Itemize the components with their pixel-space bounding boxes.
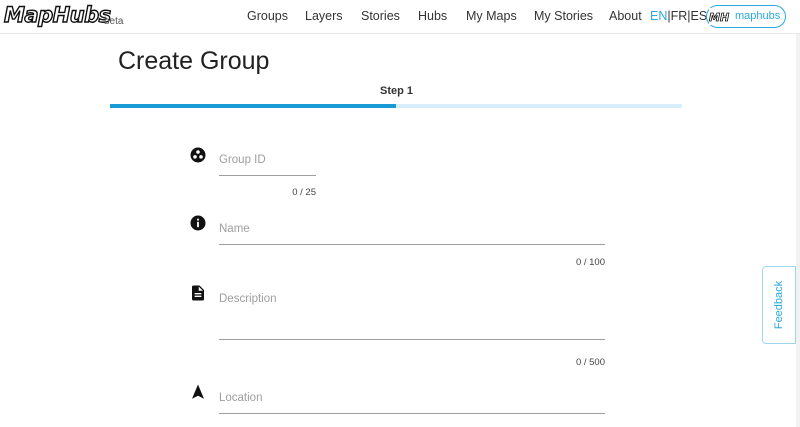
name-label[interactable]: Name	[219, 223, 250, 235]
feedback-button[interactable]: Feedback	[762, 266, 796, 344]
page-title: Create Group	[118, 47, 270, 75]
description-label[interactable]: Description	[219, 293, 277, 305]
logo-text: MapHubs	[3, 2, 112, 27]
top-navbar: MapHubs beta Groups Layers Stories Hubs …	[0, 0, 800, 34]
group-work-icon	[190, 147, 206, 163]
user-name: maphubs	[735, 10, 781, 22]
name-input[interactable]	[219, 244, 605, 245]
nav-link-stories[interactable]: Stories	[361, 9, 400, 23]
description-textarea[interactable]	[219, 339, 605, 340]
step-label: Step 1	[380, 85, 414, 97]
group-id-input[interactable]	[219, 175, 316, 176]
step-progress-fill	[110, 104, 396, 108]
group-id-counter: 0 / 25	[292, 187, 316, 198]
info-icon	[190, 215, 206, 231]
step-progress-bar	[110, 104, 682, 108]
nav-link-about[interactable]: About	[609, 9, 642, 23]
lang-en[interactable]: EN	[650, 9, 667, 23]
name-counter: 0 / 100	[575, 257, 605, 268]
language-switcher: EN|FR|ES	[650, 9, 707, 23]
navigation-icon	[192, 384, 204, 399]
user-menu-button[interactable]: MH maphubs	[706, 5, 786, 28]
location-input[interactable]	[219, 413, 605, 414]
page-scrollbar[interactable]	[796, 34, 800, 427]
nav-link-groups[interactable]: Groups	[247, 9, 288, 23]
lang-fr[interactable]: FR	[671, 9, 688, 23]
description-icon	[192, 285, 204, 301]
maphubs-logo[interactable]: MapHubs	[3, 2, 112, 33]
feedback-label: Feedback	[773, 280, 785, 330]
group-id-label[interactable]: Group ID	[219, 154, 266, 166]
nav-link-layers[interactable]: Layers	[305, 9, 343, 23]
avatar: MH	[709, 8, 731, 25]
avatar-text: MH	[709, 11, 730, 25]
nav-link-my-stories[interactable]: My Stories	[534, 9, 593, 23]
location-label[interactable]: Location	[219, 392, 262, 404]
nav-link-hubs[interactable]: Hubs	[418, 9, 447, 23]
description-counter: 0 / 500	[575, 357, 605, 368]
nav-link-my-maps[interactable]: My Maps	[466, 9, 517, 23]
lang-es[interactable]: ES	[691, 9, 708, 23]
beta-badge: beta	[104, 16, 124, 27]
